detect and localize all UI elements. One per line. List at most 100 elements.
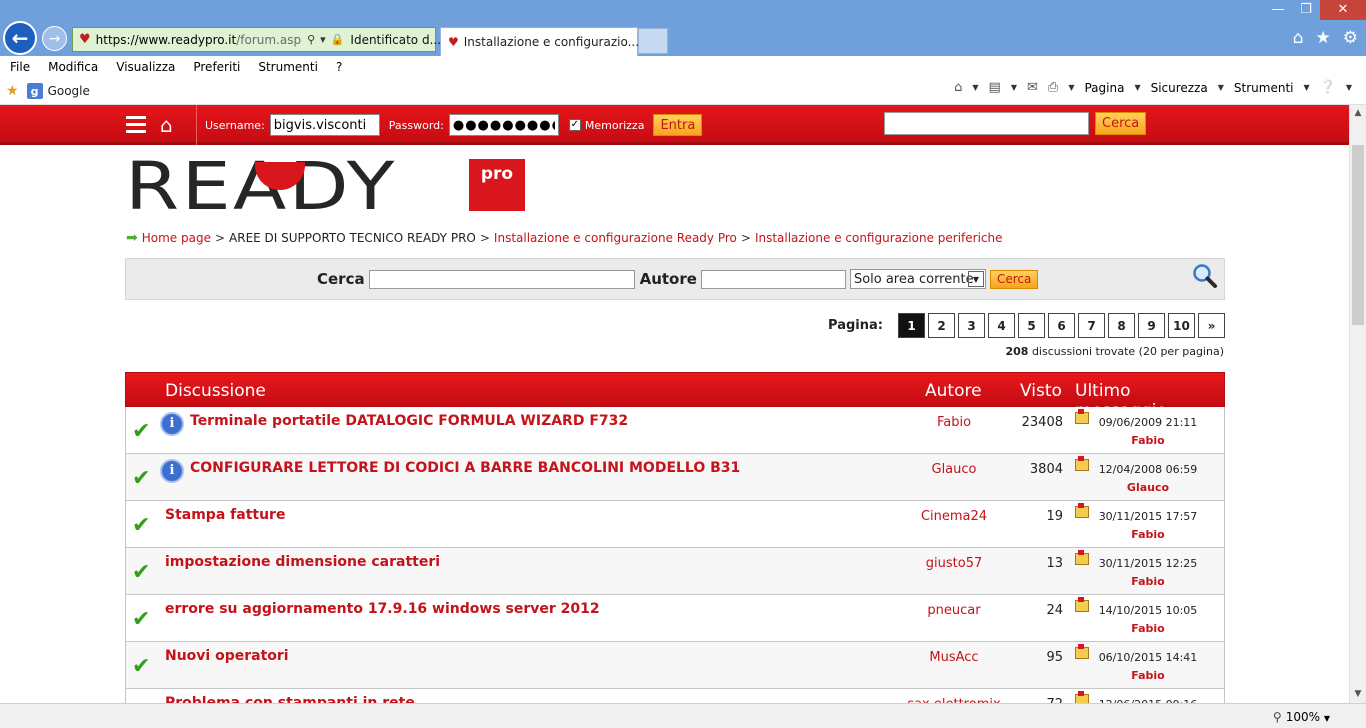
menu-preferiti[interactable]: Preferiti: [183, 60, 248, 74]
favorites-star-icon[interactable]: ★: [6, 83, 19, 99]
author-link[interactable]: Cinema24: [886, 509, 1022, 524]
last-post-user[interactable]: Fabio: [1096, 528, 1200, 541]
search-text-input[interactable]: [368, 269, 635, 289]
page-1[interactable]: 1: [898, 313, 925, 338]
mail-icon[interactable]: ✉: [1027, 80, 1038, 95]
favorites-star-icon[interactable]: ★: [1316, 28, 1331, 48]
discussion-title-link[interactable]: Terminale portatile DATALOGIC FORMULA WI…: [190, 413, 628, 429]
page-next[interactable]: »: [1198, 313, 1225, 338]
menu-strumenti[interactable]: Strumenti: [248, 60, 326, 74]
discussion-title-link[interactable]: Nuovi operatori: [165, 648, 289, 664]
page-4[interactable]: 4: [988, 313, 1015, 338]
last-post-icon[interactable]: [1075, 456, 1089, 471]
table-row[interactable]: ✔Problema con stampanti in retesax elett…: [125, 689, 1225, 703]
print-icon[interactable]: ⎙: [1048, 80, 1058, 95]
table-row[interactable]: ✔ Nuovi operatori MusAcc 95 06/10/2015 14:41…: [125, 642, 1225, 689]
table-row[interactable]: ✔ errore su aggiornamento 17.9.16 windows…: [125, 595, 1225, 642]
lock-icon[interactable]: 🔒: [331, 33, 345, 46]
discussion-title-link[interactable]: CONFIGURARE LETTORE DI CODICI A BARRE BA…: [190, 460, 740, 476]
cmd-pagina[interactable]: Pagina: [1084, 81, 1124, 95]
table-row[interactable]: ✔ i Terminale portatile DATALOGIC FORMULA …: [125, 407, 1225, 454]
page-5[interactable]: 5: [1018, 313, 1045, 338]
author-link[interactable]: pneucar: [886, 603, 1022, 618]
discussion-title-link[interactable]: errore su aggiornamento 17.9.16 windows …: [165, 601, 600, 617]
discussion-title-link[interactable]: Stampa fatture: [165, 507, 285, 523]
new-tab-button[interactable]: [638, 28, 668, 54]
chevron-down-icon[interactable]: ▼: [1134, 83, 1140, 92]
cmd-strumenti[interactable]: Strumenti: [1234, 81, 1294, 95]
chevron-down-icon[interactable]: ▼: [1068, 83, 1074, 92]
rss-feed-icon[interactable]: ▤: [989, 80, 1001, 95]
discussion-title-link[interactable]: Problema con stampanti in rete: [165, 695, 415, 703]
home-icon[interactable]: ⌂: [1293, 28, 1304, 48]
table-row[interactable]: ✔ impostazione dimensione caratteri giusto…: [125, 548, 1225, 595]
menu-modifica[interactable]: Modifica: [38, 60, 106, 74]
chevron-down-icon[interactable]: ▼: [1304, 83, 1310, 92]
login-button[interactable]: Entra: [653, 114, 703, 136]
last-post-icon[interactable]: [1075, 409, 1089, 424]
table-row[interactable]: ✔ i CONFIGURARE LETTORE DI CODICI A BARRE …: [125, 454, 1225, 501]
last-post-user[interactable]: Glauco: [1096, 481, 1200, 494]
restore-icon[interactable]: ❐: [1292, 0, 1320, 20]
last-post-user[interactable]: Fabio: [1096, 669, 1200, 682]
top-search-input[interactable]: [884, 112, 1089, 135]
username-input[interactable]: [269, 114, 380, 136]
header-author[interactable]: Autore: [925, 381, 982, 401]
chevron-down-icon[interactable]: ▼: [1011, 83, 1017, 92]
site-logo[interactable]: READY pro: [125, 154, 525, 220]
page-10[interactable]: 10: [1168, 313, 1195, 338]
search-button[interactable]: Cerca: [989, 269, 1039, 289]
scope-select[interactable]: Solo area corrente ▼: [849, 269, 986, 289]
remember-checkbox[interactable]: ✓: [568, 119, 581, 131]
close-window-icon[interactable]: ✕: [1320, 0, 1366, 20]
author-link[interactable]: MusAcc: [886, 650, 1022, 665]
page-9[interactable]: 9: [1138, 313, 1165, 338]
menu-help[interactable]: ?: [326, 60, 350, 74]
magnifier-icon[interactable]: [1192, 263, 1218, 289]
tab-active[interactable]: ♥ Installazione e configurazio... ✕: [440, 27, 656, 56]
page-6[interactable]: 6: [1048, 313, 1075, 338]
hamburger-menu-icon[interactable]: [126, 116, 146, 133]
cmd-sicurezza[interactable]: Sicurezza: [1151, 81, 1208, 95]
discussion-title-link[interactable]: impostazione dimensione caratteri: [165, 554, 440, 570]
scroll-up-icon[interactable]: ▲: [1350, 105, 1366, 122]
chevron-down-icon[interactable]: ▼: [1346, 83, 1352, 92]
page-3[interactable]: 3: [958, 313, 985, 338]
last-post-icon[interactable]: [1075, 644, 1089, 659]
home-icon[interactable]: ⌂: [954, 80, 962, 95]
chevron-down-icon[interactable]: ▼: [972, 83, 978, 92]
author-link[interactable]: Glauco: [886, 462, 1022, 477]
chevron-down-icon[interactable]: ▾: [320, 33, 326, 46]
last-post-icon[interactable]: [1075, 691, 1089, 703]
favorite-google[interactable]: Google: [48, 84, 90, 98]
chevron-down-icon[interactable]: ▼: [1218, 83, 1224, 92]
last-post-user[interactable]: Fabio: [1096, 575, 1200, 588]
back-button[interactable]: ←: [3, 21, 37, 55]
chevron-down-icon[interactable]: ▼: [1324, 714, 1330, 723]
gear-icon[interactable]: ⚙: [1343, 28, 1358, 48]
breadcrumb-home[interactable]: Home page: [142, 231, 211, 245]
last-post-user[interactable]: Fabio: [1096, 622, 1200, 635]
breadcrumb-current[interactable]: Installazione e configurazione periferic…: [755, 231, 1003, 245]
help-icon[interactable]: ❔: [1320, 80, 1336, 95]
password-input[interactable]: [448, 114, 559, 136]
page-8[interactable]: 8: [1108, 313, 1135, 338]
search-icon[interactable]: ⚲: [307, 33, 315, 46]
menu-visualizza[interactable]: Visualizza: [106, 60, 183, 74]
page-scrollbar[interactable]: ▲ ▼: [1349, 105, 1366, 703]
page-2[interactable]: 2: [928, 313, 955, 338]
breadcrumb-section[interactable]: Installazione e configurazione Ready Pro: [494, 231, 737, 245]
home-icon[interactable]: ⌂: [160, 113, 173, 137]
minimize-icon[interactable]: —: [1264, 0, 1292, 20]
last-post-user[interactable]: Fabio: [1096, 434, 1200, 447]
last-post-icon[interactable]: [1075, 550, 1089, 565]
header-discussion[interactable]: Discussione: [165, 381, 266, 401]
zoom-control[interactable]: ⚲ 100% ▼: [1273, 710, 1330, 724]
forward-button[interactable]: →: [42, 26, 67, 51]
author-link[interactable]: giusto57: [886, 556, 1022, 571]
header-views[interactable]: Visto: [1020, 381, 1062, 401]
address-bar[interactable]: ♥ https://www.readypro.it/forum.asp ⚲ ▾ …: [72, 27, 456, 52]
table-row[interactable]: ✔ Stampa fatture Cinema24 19 30/11/2015 17:5…: [125, 501, 1225, 548]
scroll-thumb[interactable]: [1352, 145, 1364, 325]
author-input[interactable]: [700, 269, 846, 289]
